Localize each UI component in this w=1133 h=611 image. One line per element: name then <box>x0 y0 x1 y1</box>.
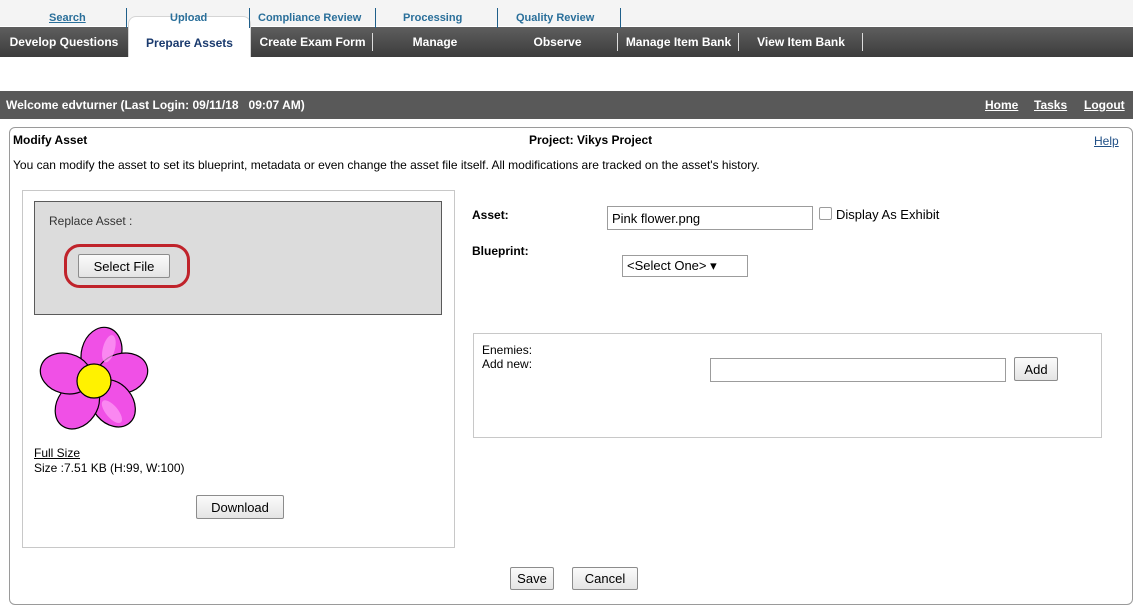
home-link[interactable]: Home <box>985 98 1018 112</box>
add-enemy-input[interactable] <box>710 358 1006 382</box>
tab-label: Develop Questions <box>9 35 119 49</box>
subnav-separator <box>375 8 376 28</box>
asset-label: Asset: <box>472 208 509 222</box>
subnav-separator <box>497 8 498 28</box>
subnav-separator <box>249 8 250 28</box>
tab-view-item-bank[interactable]: View Item Bank <box>739 27 863 57</box>
tab-develop-questions[interactable]: Develop Questions <box>0 27 128 57</box>
tab-manage-item-bank[interactable]: Manage Item Bank <box>618 27 739 57</box>
subnav-upload[interactable]: Upload <box>170 12 207 24</box>
tasks-link[interactable]: Tasks <box>1034 98 1067 112</box>
tab-label: Observe <box>533 35 582 49</box>
blueprint-selected-value: <Select One> ▾ <box>627 258 717 273</box>
tab-label: Manage <box>412 35 458 49</box>
enemies-label: Enemies: <box>482 343 533 357</box>
download-button[interactable]: Download <box>196 495 284 519</box>
tab-observe[interactable]: Observe <box>497 27 618 57</box>
cancel-button[interactable]: Cancel <box>572 567 638 590</box>
tab-manage[interactable]: Manage <box>373 27 497 57</box>
asset-image-pink-flower <box>39 326 149 430</box>
subnav-quality-review[interactable]: Quality Review <box>516 12 594 24</box>
subnav-separator <box>620 8 621 28</box>
tab-create-exam-form[interactable]: Create Exam Form <box>252 27 373 57</box>
blueprint-label: Blueprint: <box>472 244 529 258</box>
enemies-box: Enemies: Add new: <box>473 333 1102 438</box>
tab-label: Prepare Assets <box>146 36 233 50</box>
page-description: You can modify the asset to set its blue… <box>13 158 760 172</box>
project-name: Project: Vikys Project <box>529 133 653 147</box>
welcome-message: Welcome edvturner (Last Login: 09/11/18 … <box>6 98 305 112</box>
subnav-search[interactable]: Search <box>49 12 86 24</box>
add-enemy-button[interactable]: Add <box>1014 357 1058 381</box>
page-title: Modify Asset <box>13 133 88 147</box>
subnav-separator <box>126 8 127 28</box>
subnav-processing[interactable]: Processing <box>403 12 462 24</box>
full-size-link[interactable]: Full Size <box>34 446 80 460</box>
asset-name-input[interactable] <box>607 206 813 230</box>
tab-label: View Item Bank <box>757 35 845 49</box>
asset-size-info: Size :7.51 KB (H:99, W:100) <box>34 461 185 475</box>
display-as-exhibit-checkbox[interactable] <box>819 207 832 220</box>
select-file-button[interactable]: Select File <box>78 254 170 278</box>
subnav-compliance-review[interactable]: Compliance Review <box>258 12 361 24</box>
blueprint-select[interactable]: <Select One> ▾ <box>622 255 748 277</box>
add-new-label: Add new: <box>482 357 533 371</box>
display-as-exhibit-label: Display As Exhibit <box>836 207 940 222</box>
logout-link[interactable]: Logout <box>1084 98 1125 112</box>
welcome-bar: Welcome edvturner (Last Login: 09/11/18 … <box>0 91 1133 119</box>
tab-label: Create Exam Form <box>259 35 366 49</box>
sub-navigation <box>0 57 1133 91</box>
help-link[interactable]: Help <box>1094 134 1119 148</box>
replace-asset-label: Replace Asset : <box>49 214 133 228</box>
save-button[interactable]: Save <box>510 567 554 590</box>
tab-label: Manage Item Bank <box>625 35 732 49</box>
tab-separator <box>862 33 863 51</box>
